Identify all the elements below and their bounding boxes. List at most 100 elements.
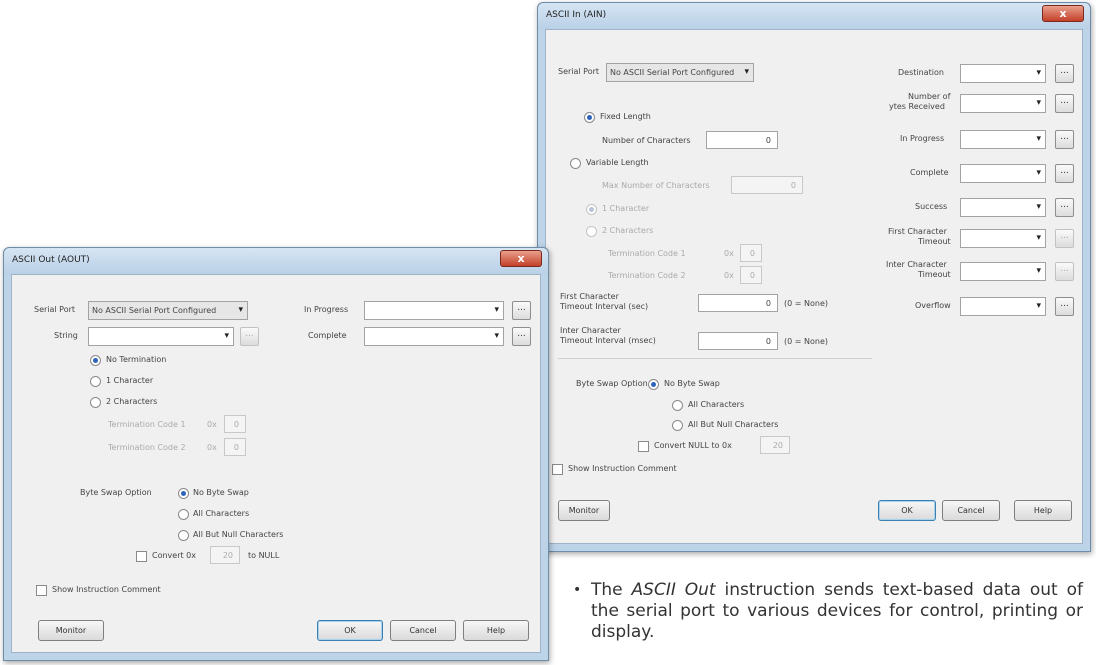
ain-all-characters-label: All Characters	[688, 400, 745, 409]
ain-serial-port-value: No ASCII Serial Port Configured	[610, 68, 735, 77]
ain-convert-input[interactable]: 20	[760, 436, 790, 454]
ain-complete-select[interactable]: ▾	[960, 164, 1046, 183]
ain-convert-checkbox[interactable]	[638, 441, 649, 452]
ascii-in-titlebar[interactable]: ASCII In (AIN) x	[538, 3, 1090, 29]
ain-in-progress-label: In Progress	[900, 134, 945, 143]
ain-term-code-1-prefix: 0x	[724, 249, 734, 258]
ain-destination-browse-button[interactable]: ...	[1055, 64, 1074, 83]
ain-term-code-2-label: Termination Code 2	[608, 271, 686, 280]
aout-string-browse-button[interactable]: ...	[240, 327, 259, 346]
ain-first-char-timeout-note: (0 = None)	[784, 299, 828, 308]
ascii-out-titlebar[interactable]: ASCII Out (AOUT) x	[4, 248, 548, 274]
aout-ok-button[interactable]: OK	[317, 620, 383, 641]
chevron-down-icon: ▾	[224, 331, 229, 341]
aout-in-progress-select[interactable]: ▾	[364, 301, 504, 320]
ain-num-characters-input[interactable]: 0	[706, 131, 778, 149]
ain-num-bytes-browse-button[interactable]: ...	[1055, 94, 1074, 113]
ain-success-label: Success	[915, 202, 948, 211]
ain-complete-browse-button[interactable]: ...	[1055, 164, 1074, 183]
chevron-down-icon: ▾	[1036, 301, 1041, 311]
ain-fixed-length-radio[interactable]	[584, 112, 595, 123]
ascii-in-window: ASCII In (AIN) x Serial Port No ASCII Se…	[537, 2, 1091, 552]
ain-all-characters-radio[interactable]	[672, 400, 683, 411]
ain-num-bytes-select[interactable]: ▾	[960, 94, 1046, 113]
ain-variable-length-label: Variable Length	[586, 158, 649, 167]
ain-variable-length-radio[interactable]	[570, 158, 581, 169]
aout-all-characters-radio[interactable]	[178, 509, 189, 520]
aout-no-byte-swap-radio[interactable]	[178, 488, 189, 499]
ain-show-comment-checkbox[interactable]	[552, 464, 563, 475]
ain-all-but-null-radio[interactable]	[672, 420, 683, 431]
aout-in-progress-browse-button[interactable]: ...	[512, 301, 531, 320]
ain-inter-timeout-select[interactable]: ▾	[960, 262, 1046, 281]
ain-term-code-1-label: Termination Code 1	[608, 249, 686, 258]
chevron-down-icon: ▾	[494, 305, 499, 315]
ain-ok-button[interactable]: OK	[878, 500, 936, 521]
ain-overflow-label: Overflow	[915, 301, 951, 310]
ain-two-characters-label: 2 Characters	[602, 226, 654, 235]
ain-inter-char-timeout-input[interactable]: 0	[698, 332, 778, 350]
aout-help-button[interactable]: Help	[463, 620, 529, 641]
bullet-icon: •	[573, 582, 582, 598]
aout-convert-suffix: to NULL	[248, 551, 280, 560]
ain-one-character-radio[interactable]	[586, 204, 597, 215]
aout-complete-select[interactable]: ▾	[364, 327, 504, 346]
aout-all-but-null-label: All But Null Characters	[193, 530, 284, 539]
aout-monitor-button[interactable]: Monitor	[38, 620, 104, 641]
ascii-out-window: ASCII Out (AOUT) x Serial Port No ASCII …	[3, 247, 549, 661]
ain-first-char-timeout-label-2: Timeout Interval (sec)	[560, 302, 649, 311]
ain-convert-label: Convert NULL to 0x	[654, 441, 732, 450]
ascii-out-client: Serial Port No ASCII Serial Port Configu…	[11, 274, 541, 653]
aout-in-progress-label: In Progress	[304, 305, 349, 314]
ain-help-button[interactable]: Help	[1014, 500, 1072, 521]
aout-term-code-2-input[interactable]: 0	[224, 438, 246, 456]
aout-string-select[interactable]: ▾	[88, 327, 234, 346]
ain-monitor-button[interactable]: Monitor	[558, 500, 610, 521]
ain-in-progress-browse-button[interactable]: ...	[1055, 130, 1074, 149]
aout-show-comment-label: Show Instruction Comment	[52, 585, 161, 594]
ain-inter-timeout-browse-button[interactable]: ...	[1055, 262, 1074, 281]
chevron-down-icon: ▾	[1036, 202, 1041, 212]
ascii-in-close-button[interactable]: x	[1042, 5, 1084, 22]
aout-convert-input[interactable]: 20	[210, 546, 240, 564]
close-icon: x	[1059, 7, 1067, 20]
aout-string-label: String	[54, 331, 78, 340]
ain-serial-port-select[interactable]: No ASCII Serial Port Configured ▾	[606, 63, 754, 82]
aout-convert-checkbox[interactable]	[136, 551, 147, 562]
chevron-down-icon: ▾	[1036, 68, 1041, 78]
ain-two-characters-radio[interactable]	[586, 226, 597, 237]
aout-complete-browse-button[interactable]: ...	[512, 327, 531, 346]
aout-serial-port-select[interactable]: No ASCII Serial Port Configured ▾	[88, 301, 248, 320]
ain-first-char-timeout-label-1: First Character	[560, 292, 619, 301]
ain-in-progress-select[interactable]: ▾	[960, 130, 1046, 149]
ain-term-code-1-input[interactable]: 0	[740, 244, 762, 262]
chevron-down-icon: ▾	[744, 67, 749, 77]
ascii-out-close-button[interactable]: x	[500, 250, 542, 267]
aout-no-termination-radio[interactable]	[90, 355, 101, 366]
ain-first-timeout-browse-button[interactable]: ...	[1055, 229, 1074, 248]
ain-destination-select[interactable]: ▾	[960, 64, 1046, 83]
aout-one-character-radio[interactable]	[90, 376, 101, 387]
ain-overflow-browse-button[interactable]: ...	[1055, 297, 1074, 316]
aout-show-comment-checkbox[interactable]	[36, 585, 47, 596]
ain-first-timeout-select[interactable]: ▾	[960, 229, 1046, 248]
aout-two-characters-radio[interactable]	[90, 397, 101, 408]
ain-no-byte-swap-radio[interactable]	[648, 379, 659, 390]
ain-inter-timeout-label-2: Timeout	[918, 270, 951, 279]
ain-first-char-timeout-input[interactable]: 0	[698, 294, 778, 312]
ain-max-characters-label: Max Number of Characters	[602, 181, 710, 190]
ain-inter-char-timeout-note: (0 = None)	[784, 337, 828, 346]
aout-term-code-1-input[interactable]: 0	[224, 415, 246, 433]
ain-inter-char-timeout-label-1: Inter Character	[560, 326, 621, 335]
ain-success-browse-button[interactable]: ...	[1055, 198, 1074, 217]
chevron-down-icon: ▾	[494, 331, 499, 341]
ain-max-characters-input[interactable]: 0	[731, 176, 803, 194]
ain-cancel-button[interactable]: Cancel	[942, 500, 1000, 521]
aout-cancel-button[interactable]: Cancel	[390, 620, 456, 641]
ain-success-select[interactable]: ▾	[960, 198, 1046, 217]
ain-term-code-2-input[interactable]: 0	[740, 266, 762, 284]
ain-destination-label: Destination	[898, 68, 944, 77]
aout-all-but-null-radio[interactable]	[178, 530, 189, 541]
ain-overflow-select[interactable]: ▾	[960, 297, 1046, 316]
ain-byte-swap-label: Byte Swap Option	[576, 379, 648, 388]
